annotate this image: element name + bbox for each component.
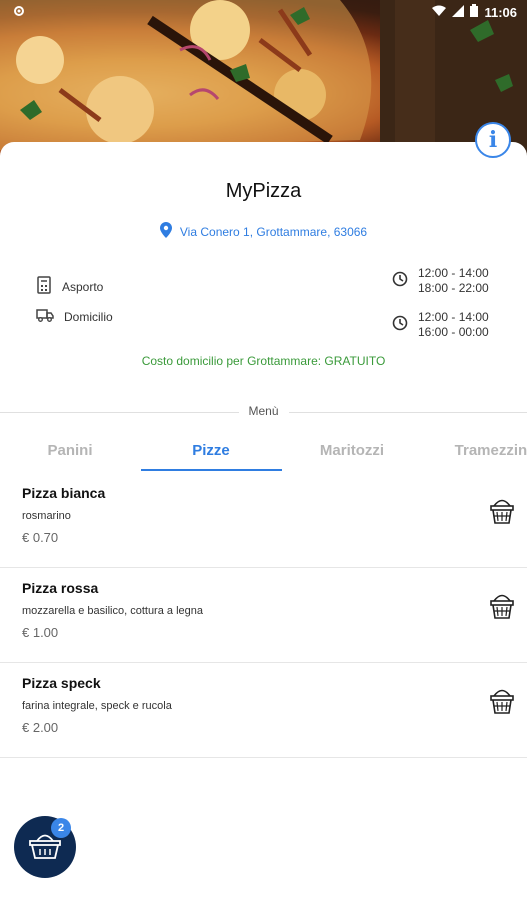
list-item[interactable]: Pizza bianca rosmarino € 0.70 xyxy=(0,473,527,568)
hours-range: 12:00 - 14:00 xyxy=(418,310,489,324)
service-label: Asporto xyxy=(62,279,104,294)
clock-icon xyxy=(392,271,408,291)
item-price: € 1.00 xyxy=(22,625,59,640)
tab-maritozzi[interactable]: Maritozzi xyxy=(282,432,422,472)
add-to-basket-icon[interactable] xyxy=(489,590,515,620)
battery-icon xyxy=(470,4,479,20)
address-link[interactable]: Via Conero 1, Grottammare, 63066 xyxy=(0,222,527,241)
status-bar: 11:06 xyxy=(0,0,527,24)
delivery-truck-icon xyxy=(36,308,54,325)
item-description: farina integrale, speck e rucola xyxy=(22,700,172,712)
service-takeaway: Asporto xyxy=(36,276,103,297)
info-button[interactable]: i xyxy=(475,122,511,158)
item-description: mozzarella e basilico, cottura a legna xyxy=(22,605,203,617)
takeaway-box-icon xyxy=(36,276,52,297)
item-name: Pizza speck xyxy=(22,675,101,691)
clock-icon xyxy=(392,315,408,335)
delivery-cost-note: Costo domicilio per Grottammare: GRATUIT… xyxy=(141,354,386,368)
tab-tramezzini[interactable]: Tramezzini xyxy=(423,432,527,472)
item-description: rosmarino xyxy=(22,510,71,522)
item-name: Pizza rossa xyxy=(22,580,99,596)
hours-range: 18:00 - 22:00 xyxy=(418,281,489,295)
restaurant-name: MyPizza xyxy=(225,180,302,202)
status-time: 11:06 xyxy=(484,4,517,20)
item-name: Pizza bianca xyxy=(22,485,106,501)
list-item[interactable]: Pizza speck farina integrale, speck e ru… xyxy=(0,663,527,758)
menu-section-label: Menù xyxy=(238,404,289,418)
hours-delivery: 12:00 - 14:00 16:00 - 00:00 xyxy=(392,310,489,340)
service-label: Domicilio xyxy=(64,309,113,324)
add-to-basket-icon[interactable] xyxy=(489,495,515,525)
list-item[interactable]: Pizza rossa mozzarella e basilico, cottu… xyxy=(0,568,527,663)
service-delivery: Domicilio xyxy=(36,308,113,325)
cart-count-badge: 2 xyxy=(51,818,71,838)
settings-icon xyxy=(12,4,26,21)
tab-panini[interactable]: Panini xyxy=(0,432,140,472)
signal-icon xyxy=(452,4,465,20)
active-tab-indicator xyxy=(141,469,282,471)
tab-pizze[interactable]: Pizze xyxy=(141,432,281,472)
hours-range: 12:00 - 14:00 xyxy=(418,266,489,280)
item-price: € 2.00 xyxy=(22,720,59,735)
hours-range: 16:00 - 00:00 xyxy=(418,325,489,339)
category-tabs: Panini Pizze Maritozzi Tramezzini xyxy=(0,432,527,472)
wifi-icon xyxy=(432,5,447,20)
add-to-basket-icon[interactable] xyxy=(489,685,515,715)
address-text: Via Conero 1, Grottammare, 63066 xyxy=(179,224,368,239)
info-icon: i xyxy=(488,127,498,153)
hours-takeaway: 12:00 - 14:00 18:00 - 22:00 xyxy=(392,266,489,296)
location-pin-icon xyxy=(159,222,172,241)
item-price: € 0.70 xyxy=(22,530,59,545)
